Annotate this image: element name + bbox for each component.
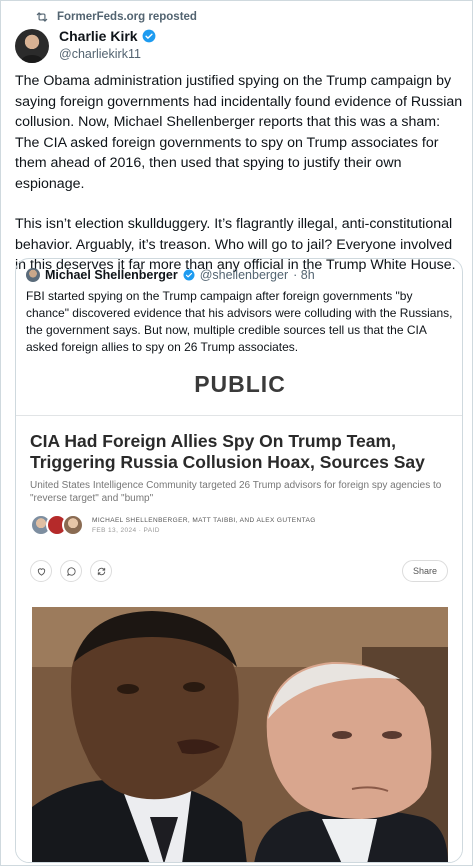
verified-badge-icon	[183, 269, 195, 281]
restack-icon	[97, 567, 105, 575]
publication-logo: PUBLIC	[194, 371, 286, 397]
like-button[interactable]	[30, 560, 52, 582]
share-button[interactable]: Share	[401, 560, 448, 582]
restack-button[interactable]	[90, 560, 112, 582]
quoted-tweet[interactable]: Michael Shellenberger @shellenberger · 8…	[15, 258, 463, 863]
card-divider	[16, 415, 462, 416]
comment-button[interactable]	[60, 560, 82, 582]
article-card[interactable]: PUBLIC CIA Had Foreign Allies Spy On Tru…	[16, 355, 462, 862]
article-photo-image	[32, 607, 448, 862]
heart-icon	[37, 567, 45, 576]
avatar[interactable]	[15, 29, 49, 63]
quote-author-handle[interactable]: @shellenberger	[200, 268, 288, 282]
quote-author-name[interactable]: Michael Shellenberger	[45, 268, 178, 282]
repost-icon	[36, 12, 48, 22]
article-actions	[30, 560, 112, 582]
quote-avatar[interactable]	[26, 268, 40, 282]
author-handle[interactable]: @charliekirk11	[59, 47, 156, 61]
post-paragraph-1: The Obama administration justified spyin…	[15, 73, 463, 192]
author-avatar	[62, 514, 84, 536]
article-authors: MICHAEL SHELLENBERGER, MATT TAIBBI, AND …	[30, 514, 316, 536]
article-byline: MICHAEL SHELLENBERGER, MATT TAIBBI, AND …	[92, 516, 316, 524]
repost-header[interactable]: FormerFeds.org reposted	[35, 10, 197, 24]
article-subhead: United States Intelligence Community tar…	[30, 480, 442, 504]
quote-time: · 8h	[293, 268, 315, 282]
verified-badge-icon	[142, 29, 156, 43]
article-photo	[32, 607, 448, 862]
comment-icon	[66, 566, 76, 576]
quote-text: FBI started spying on the Trump campaign…	[26, 289, 453, 354]
repost-text: FormerFeds.org reposted	[57, 11, 197, 23]
article-date: FEB 13, 2024 · PAID	[92, 526, 160, 534]
quote-header: Michael Shellenberger @shellenberger · 8…	[26, 268, 315, 282]
article-headline[interactable]: CIA Had Foreign Allies Spy On Trump Team…	[30, 431, 450, 473]
author-name[interactable]: Charlie Kirk	[59, 28, 138, 44]
author-block: Charlie Kirk @charliekirk11	[59, 28, 156, 61]
